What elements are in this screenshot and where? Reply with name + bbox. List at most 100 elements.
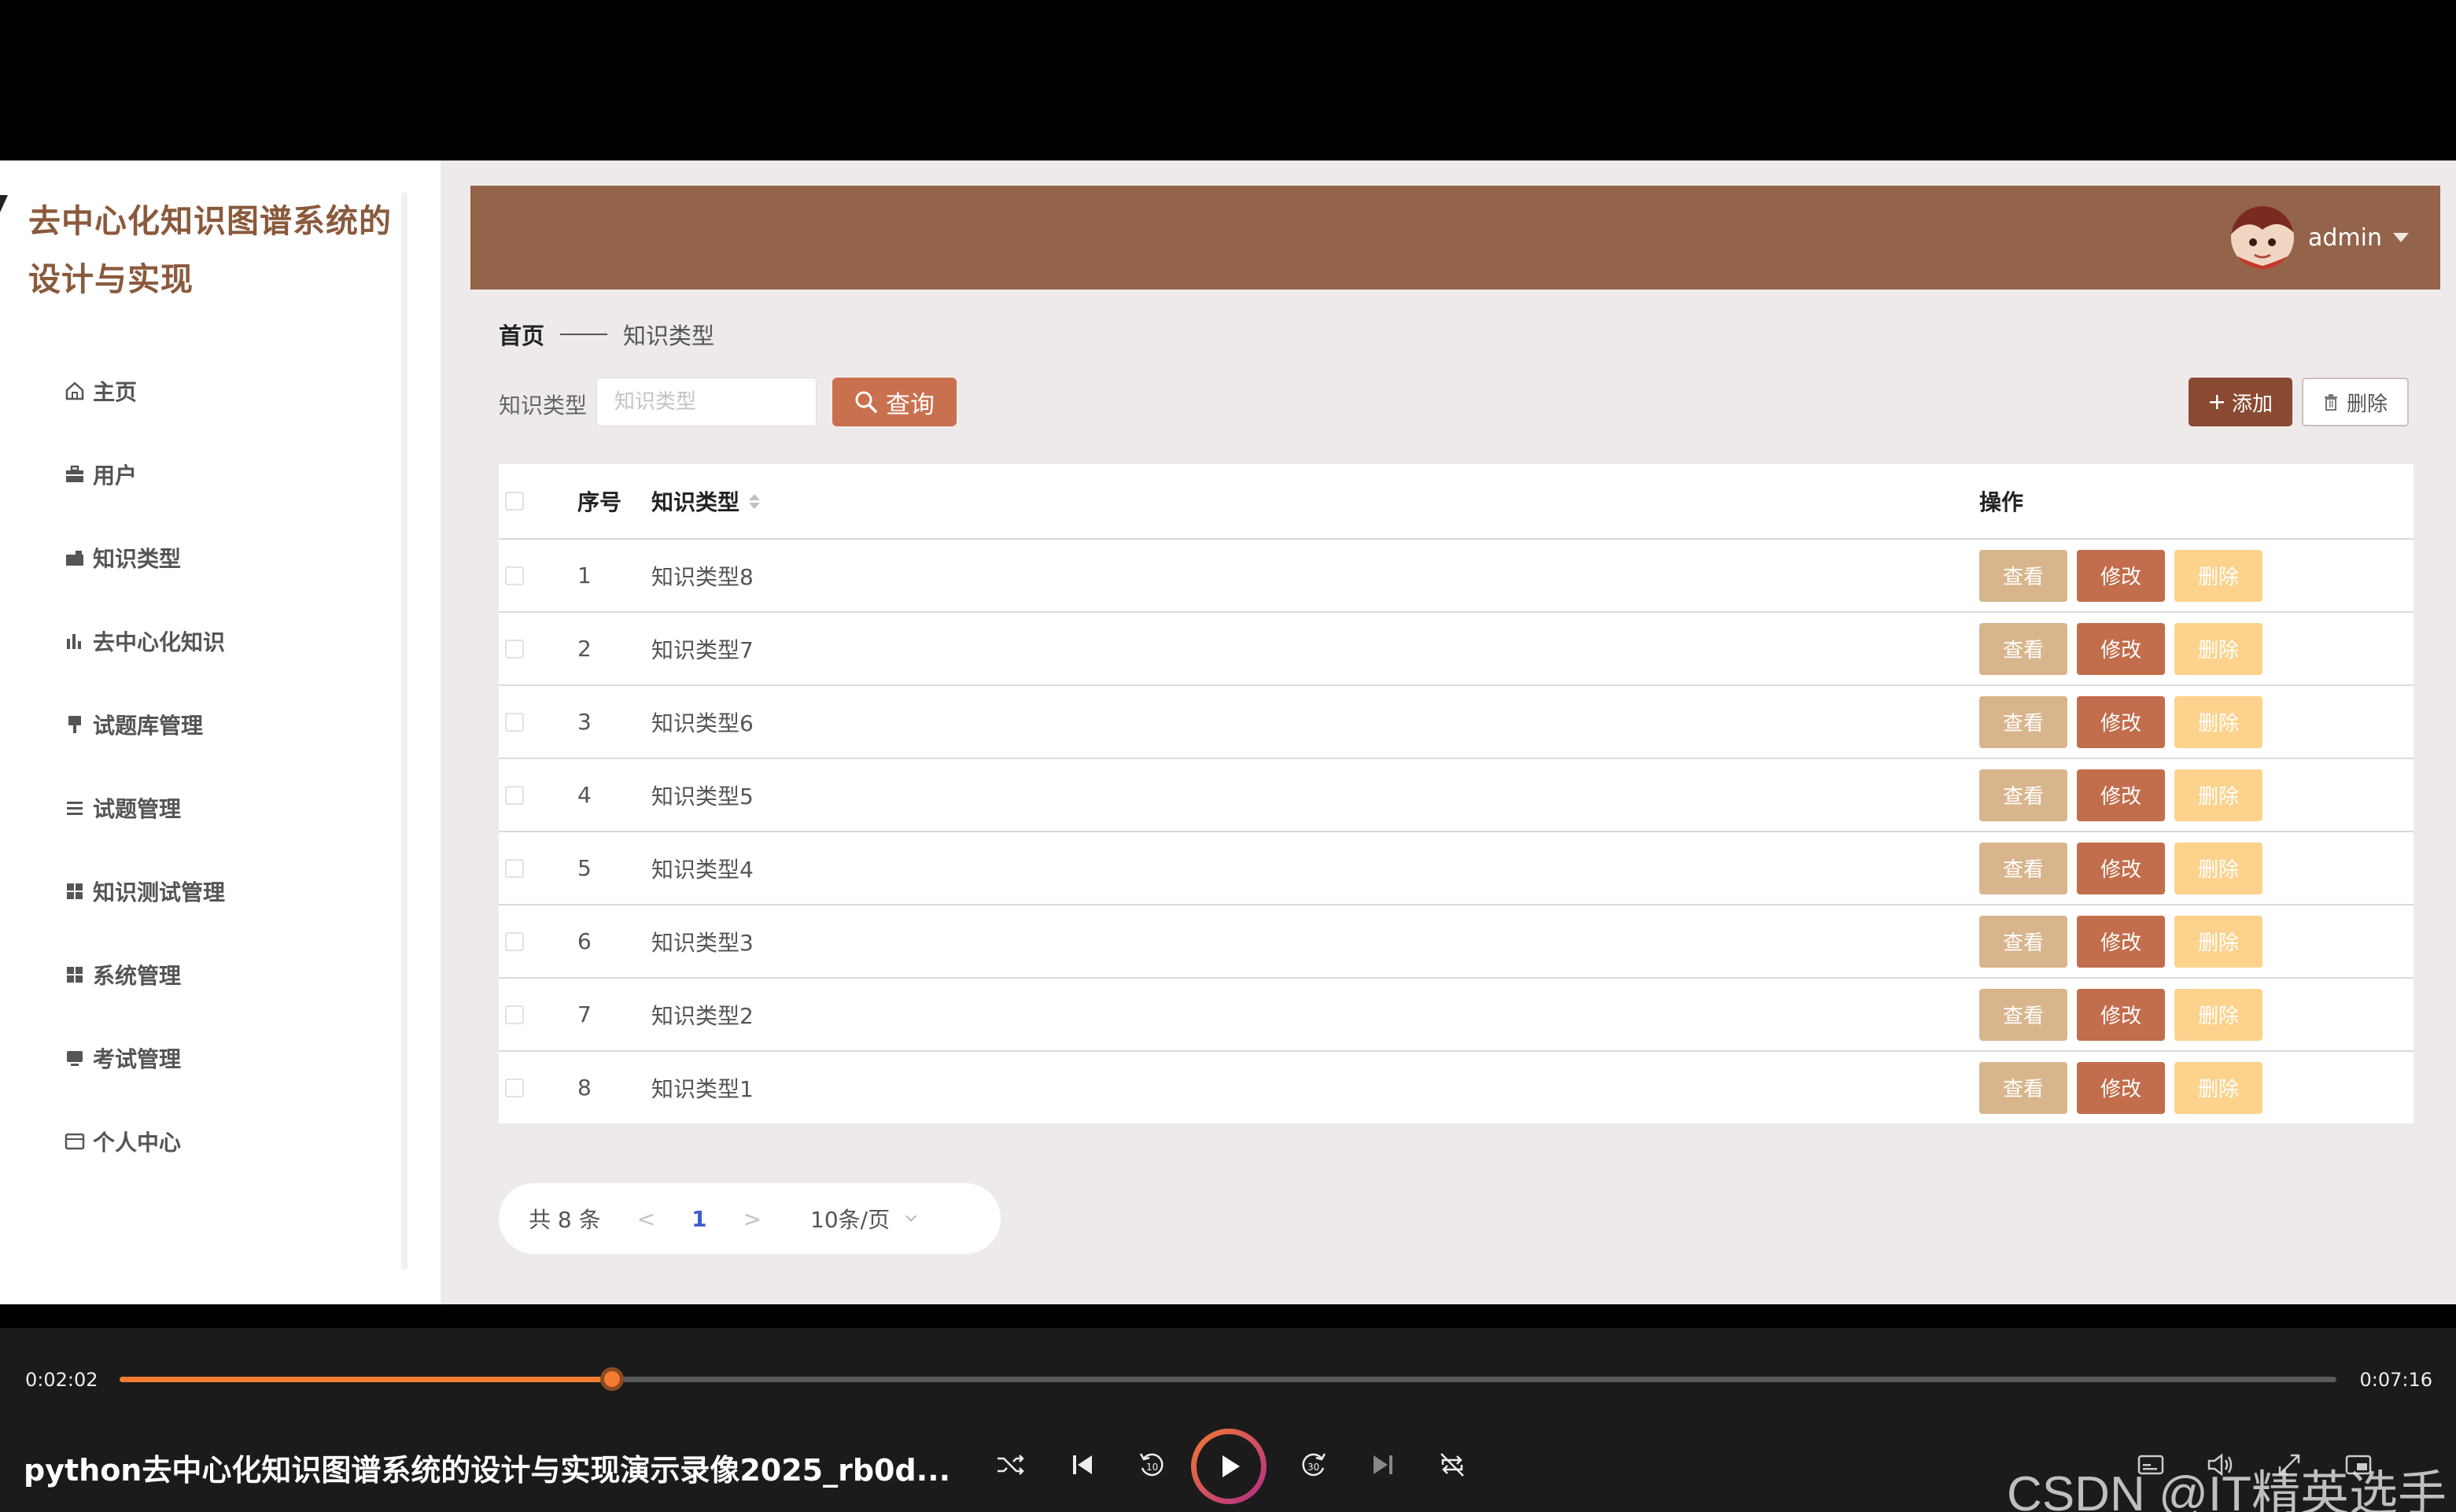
folder-icon — [63, 546, 87, 570]
sidebar-item-exam[interactable]: 考试管理 — [0, 1016, 393, 1100]
pagination: 共 8 条 < 1 > 10条/页 — [499, 1183, 1001, 1254]
grid-icon — [63, 963, 87, 986]
avatar — [2231, 206, 2294, 269]
search-button[interactable]: 查询 — [832, 378, 957, 426]
seek-bar-progress — [120, 1377, 612, 1382]
batch-delete-label: 删除 — [2346, 392, 2388, 416]
view-button[interactable]: 查看 — [1979, 842, 2067, 894]
view-button[interactable]: 查看 — [1979, 769, 2067, 821]
view-button[interactable]: 查看 — [1979, 549, 2067, 602]
delete-button[interactable]: 删除 — [2174, 622, 2262, 675]
search-input[interactable] — [596, 378, 817, 426]
table-body: 1 知识类型8 查看 修改 删除 2 知识类型7 查看 修改 删除 3 知识类型6 查看 修改 删除 4 知识类… — [499, 538, 2414, 1123]
sidebar-item-question-bank[interactable]: 试题库管理 — [0, 683, 393, 766]
sidebar-nav: 主页 用户 知识类型 去中心化知识 试题库管理 试题管理 知识测试管理 系统管理… — [0, 349, 393, 1183]
row-checkbox[interactable] — [505, 712, 524, 732]
row-actions: 查看 修改 删除 — [1979, 988, 2262, 1041]
app-title: 去中心化知识图谱系统的设计与实现 — [28, 202, 392, 298]
row-checkbox[interactable] — [505, 639, 524, 658]
svg-text:30: 30 — [1307, 1462, 1319, 1473]
row-index: 6 — [577, 928, 592, 954]
breadcrumb: 首页 知识类型 — [499, 318, 714, 351]
row-checkbox[interactable] — [505, 931, 524, 951]
forward-30-icon[interactable]: 30 — [1296, 1447, 1331, 1482]
page-size-select[interactable]: 10条/页 — [810, 1203, 917, 1234]
rewind-10-icon[interactable]: 10 — [1134, 1447, 1169, 1482]
edit-button[interactable]: 修改 — [2077, 842, 2165, 894]
seek-bar[interactable] — [120, 1367, 2336, 1391]
sidebar-item-users[interactable]: 用户 — [0, 433, 393, 516]
page-size-value: 10条/页 — [810, 1207, 891, 1233]
breadcrumb-home[interactable]: 首页 — [499, 318, 544, 351]
prev-page-button[interactable]: < — [637, 1206, 655, 1232]
delete-button[interactable]: 删除 — [2174, 915, 2262, 968]
view-button[interactable]: 查看 — [1979, 915, 2067, 968]
grid-icon — [63, 880, 87, 903]
sidebar-item-label: 试题管理 — [93, 796, 182, 822]
row-checkbox[interactable] — [505, 785, 524, 805]
previous-track-icon[interactable] — [1065, 1447, 1100, 1482]
row-checkbox[interactable] — [505, 858, 524, 878]
sidebar-item-system[interactable]: 系统管理 — [0, 933, 393, 1016]
delete-button[interactable]: 删除 — [2174, 549, 2262, 602]
top-bar: admin — [470, 186, 2440, 289]
row-checkbox[interactable] — [505, 1005, 524, 1024]
delete-button[interactable]: 删除 — [2174, 695, 2262, 748]
seek-handle[interactable] — [599, 1367, 624, 1391]
edit-button[interactable]: 修改 — [2077, 769, 2165, 821]
delete-button[interactable]: 删除 — [2174, 988, 2262, 1041]
mouse-cursor-icon — [0, 195, 8, 212]
window-icon — [63, 1130, 87, 1153]
next-track-icon[interactable] — [1366, 1447, 1400, 1482]
edit-button[interactable]: 修改 — [2077, 549, 2165, 602]
sidebar-item-label: 个人中心 — [93, 1130, 182, 1156]
next-page-button[interactable]: > — [743, 1206, 762, 1232]
add-button[interactable]: 添加 — [2189, 378, 2292, 426]
select-all-checkbox[interactable] — [505, 492, 524, 511]
play-icon — [1197, 1434, 1261, 1499]
view-button[interactable]: 查看 — [1979, 1061, 2067, 1114]
table-row: 3 知识类型6 查看 修改 删除 — [499, 684, 2414, 758]
play-button[interactable] — [1191, 1429, 1267, 1504]
monitor-icon — [63, 1046, 87, 1070]
table-row: 6 知识类型3 查看 修改 删除 — [499, 904, 2414, 977]
sidebar-item-decentralized-knowledge[interactable]: 去中心化知识 — [0, 599, 393, 683]
view-button[interactable]: 查看 — [1979, 988, 2067, 1041]
view-button[interactable]: 查看 — [1979, 622, 2067, 675]
delete-button[interactable]: 删除 — [2174, 1061, 2262, 1114]
sidebar-item-question-manage[interactable]: 试题管理 — [0, 766, 393, 850]
row-checkbox[interactable] — [505, 566, 524, 585]
sidebar-item-profile[interactable]: 个人中心 — [0, 1100, 393, 1183]
batch-delete-button[interactable]: 删除 — [2302, 378, 2409, 426]
shuffle-icon[interactable] — [993, 1447, 1027, 1482]
sidebar-scrollbar[interactable] — [401, 192, 407, 1270]
sidebar-item-label: 知识类型 — [93, 546, 182, 572]
table-row: 7 知识类型2 查看 修改 删除 — [499, 977, 2414, 1050]
sidebar-item-home[interactable]: 主页 — [0, 349, 393, 433]
row-type: 知识类型4 — [651, 856, 754, 883]
page-number[interactable]: 1 — [691, 1206, 706, 1232]
row-type: 知识类型1 — [651, 1075, 754, 1102]
edit-button[interactable]: 修改 — [2077, 1061, 2165, 1114]
edit-button[interactable]: 修改 — [2077, 988, 2165, 1041]
header-type[interactable]: 知识类型 — [651, 485, 1979, 517]
header-index: 序号 — [577, 489, 622, 515]
edit-button[interactable]: 修改 — [2077, 622, 2165, 675]
row-actions: 查看 修改 删除 — [1979, 1061, 2262, 1114]
row-actions: 查看 修改 删除 — [1979, 842, 2262, 894]
trash-icon — [2323, 393, 2339, 411]
row-checkbox[interactable] — [505, 1078, 524, 1097]
view-button[interactable]: 查看 — [1979, 695, 2067, 748]
edit-button[interactable]: 修改 — [2077, 695, 2165, 748]
repeat-off-icon[interactable] — [1435, 1447, 1470, 1482]
sidebar-item-knowledge-test[interactable]: 知识测试管理 — [0, 850, 393, 933]
user-menu[interactable]: admin — [2231, 205, 2409, 271]
sort-icon[interactable] — [749, 493, 761, 509]
row-type: 知识类型2 — [651, 1002, 754, 1029]
delete-button[interactable]: 删除 — [2174, 842, 2262, 894]
sidebar-item-knowledge-type[interactable]: 知识类型 — [0, 516, 393, 599]
row-actions: 查看 修改 删除 — [1979, 549, 2262, 602]
delete-button[interactable]: 删除 — [2174, 769, 2262, 821]
edit-button[interactable]: 修改 — [2077, 915, 2165, 968]
briefcase-icon — [63, 463, 87, 486]
